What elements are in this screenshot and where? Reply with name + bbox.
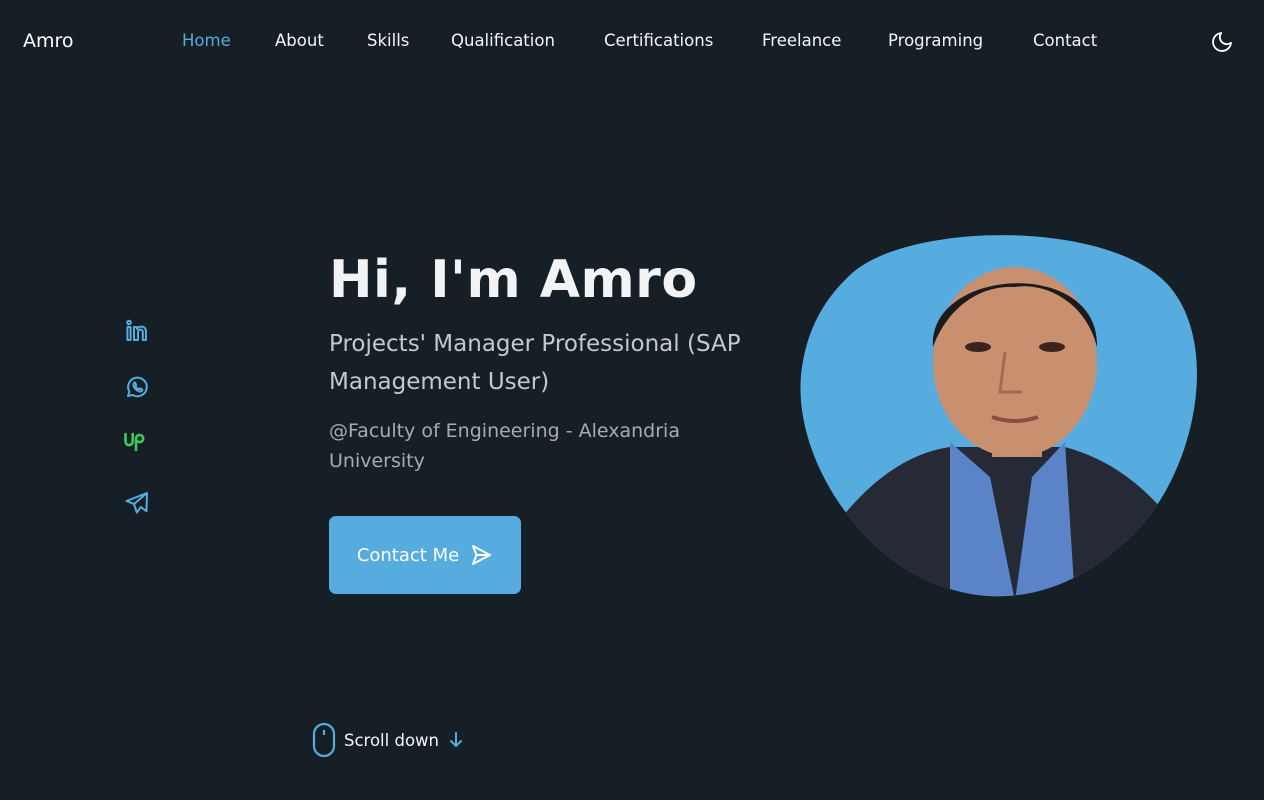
telegram-icon xyxy=(125,492,148,514)
nav-link-freelance[interactable]: Freelance xyxy=(762,31,841,50)
nav-link-skills[interactable]: Skills xyxy=(367,31,409,50)
header: Amro Home About Skills Qualification Cer… xyxy=(0,0,1264,84)
send-icon xyxy=(472,545,492,565)
nav-link-certifications[interactable]: Certifications xyxy=(604,31,713,50)
nav-link-about[interactable]: About xyxy=(275,31,324,50)
nav-link-home[interactable]: Home xyxy=(182,31,231,50)
nav-link-contact[interactable]: Contact xyxy=(1033,31,1097,50)
mouse-icon xyxy=(312,722,336,758)
hero-title: Hi, I'm Amro xyxy=(329,250,698,310)
arrow-down-icon xyxy=(450,732,462,747)
scroll-down-link[interactable]: Scroll down xyxy=(312,722,465,758)
main-nav: Home About Skills Qualification Certific… xyxy=(0,31,1264,55)
hero-subtitle: Projects' Manager Professional (SAP Mana… xyxy=(329,331,741,395)
contact-me-label: Contact Me xyxy=(356,544,460,566)
nav-link-qualification[interactable]: Qualification xyxy=(451,31,555,50)
theme-toggle-button[interactable] xyxy=(1208,28,1236,56)
linkedin-icon xyxy=(126,319,147,341)
upwork-icon xyxy=(124,432,145,452)
whatsapp-link[interactable] xyxy=(122,372,152,402)
avatar xyxy=(800,235,1197,597)
whatsapp-icon xyxy=(127,376,148,398)
hero-description: @Faculty of Engineering - Alexandria Uni… xyxy=(329,420,680,472)
contact-me-button[interactable]: Contact Me xyxy=(329,516,521,594)
moon-icon xyxy=(1212,32,1232,52)
upwork-link[interactable] xyxy=(122,426,152,456)
telegram-link[interactable] xyxy=(122,488,152,518)
scroll-down-label: Scroll down xyxy=(344,730,439,750)
nav-link-programing[interactable]: Programing xyxy=(888,31,983,50)
linkedin-link[interactable] xyxy=(122,316,152,346)
